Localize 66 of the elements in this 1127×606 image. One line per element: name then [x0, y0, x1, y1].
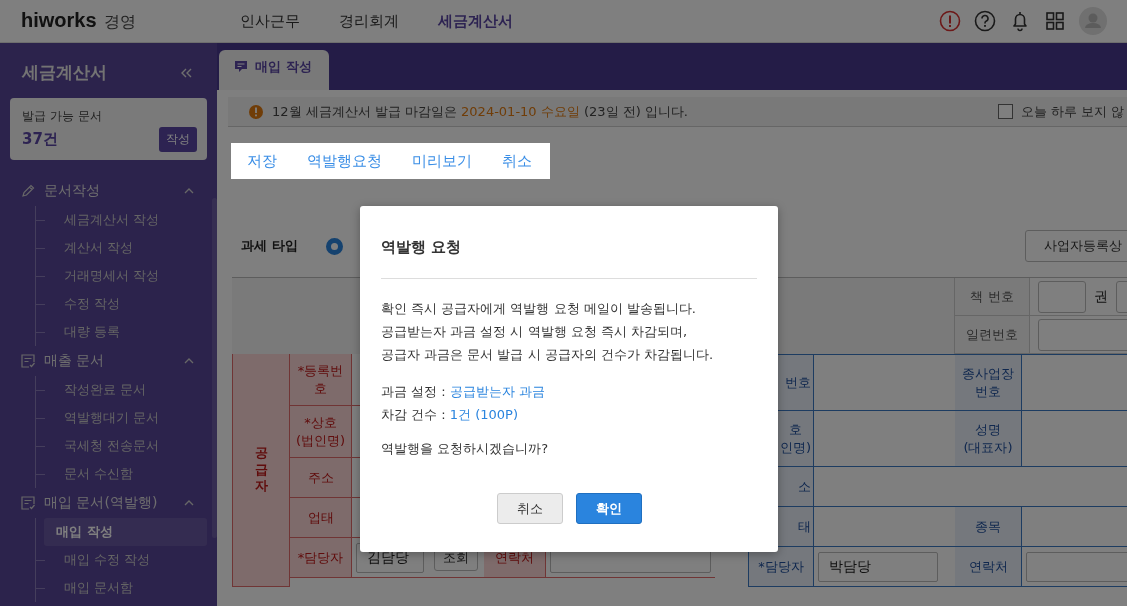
unit-label: 권: [1094, 287, 1108, 306]
table-header-cell: 연락처: [955, 547, 1022, 587]
input-field[interactable]: [1038, 280, 1086, 313]
menu-group[interactable]: 문서작성: [10, 176, 207, 206]
logo[interactable]: hiworks: [21, 9, 97, 32]
cancel-button[interactable]: 취소: [496, 493, 563, 524]
confirm-button[interactable]: 확인: [575, 493, 642, 524]
write-button[interactable]: 작성: [159, 127, 197, 152]
table-header-cell: *담당자: [748, 547, 814, 587]
table-header-cell: 책 번호: [955, 278, 1030, 316]
toolbar-link[interactable]: 저장: [247, 151, 277, 171]
table-header-cell: 성명 (대표자): [955, 411, 1022, 467]
dialog-title: 역발행 요청: [381, 238, 463, 257]
document-icon: [20, 495, 36, 511]
status-button[interactable]: 사업자등록상: [1025, 230, 1127, 262]
menu-item[interactable]: 매입 문서함: [36, 574, 207, 602]
dialog-question: 역발행을 요청하시겠습니까?: [381, 440, 550, 458]
nav-item[interactable]: 세금계산서: [438, 11, 513, 31]
menu-item[interactable]: 문서 수신함: [36, 460, 207, 488]
menu-item[interactable]: 작성완료 문서: [36, 376, 207, 404]
edit-document-icon: [234, 60, 248, 74]
table-header-cell: *담당자: [290, 538, 352, 578]
product-name: 경영: [103, 12, 136, 33]
sidebar-title: 세금계산서: [22, 61, 107, 84]
dialog-message: 확인 즉시 공급자에게 역발행 요청 메일이 발송됩니다. 공급받는자 과금 설정 시 역발행 요청 즉시 차감되며, 공급자 과금은 문서 발급 시 공급자의 건수가 차감됩니다.: [381, 300, 715, 364]
toolbar-link[interactable]: 역발행요청: [307, 151, 382, 171]
menu-item[interactable]: 국세청 전송문서: [36, 432, 207, 460]
apps-icon: [1044, 10, 1066, 32]
table-header-cell: 주소: [290, 458, 352, 498]
input-field[interactable]: [1038, 318, 1127, 351]
table-header-cell: 공급자: [232, 354, 290, 587]
menu-item[interactable]: 세금계산서 작성: [36, 206, 207, 234]
document-icon: [20, 353, 36, 369]
help-icon: [974, 10, 996, 32]
notice-text: 12월 세금계산서 발급 마감일은 2024-01-10 수요일 (23일 전) 입니다.: [272, 102, 689, 121]
table-header-cell: 업태: [290, 498, 352, 538]
field-label: 과세 타입: [241, 237, 299, 255]
toolbar-link[interactable]: 미리보기: [412, 151, 472, 171]
table-header-cell: *상호 (법인명): [290, 406, 352, 458]
document-count: 37건: [22, 130, 58, 149]
menu-item[interactable]: 수정 작성: [36, 290, 207, 318]
toolbar-link[interactable]: 취소: [502, 151, 532, 171]
detail-line: 차감 건수 : 1건 (100P): [381, 406, 519, 424]
menu-item[interactable]: 역발행대기 문서: [36, 404, 207, 432]
checkbox[interactable]: [997, 104, 1013, 119]
menu-item[interactable]: 대량 등록: [36, 318, 207, 346]
input-field[interactable]: 박담당: [818, 551, 938, 582]
menu-item[interactable]: 매입 수정 작성: [36, 546, 207, 574]
pencil-icon: [20, 183, 36, 199]
detail-line: 과금 설정 : 공급받는자 과금: [381, 383, 546, 401]
menu-group[interactable]: 매출 문서: [10, 346, 207, 376]
tab[interactable]: 매입 작성: [219, 50, 329, 90]
warning-icon: [248, 103, 264, 120]
checkbox-label: 오늘 하루 보지 않: [1020, 102, 1124, 121]
menu-item[interactable]: 계산서 작성: [36, 234, 207, 262]
radio-button[interactable]: [326, 237, 343, 255]
table-header-cell: 종사업장 번호: [955, 355, 1022, 411]
menu-item[interactable]: 거래명세서 작성: [36, 262, 207, 290]
table-header-cell: 일련번호: [955, 316, 1030, 354]
avatar-icon: [1079, 7, 1107, 35]
table-header-cell: 종목: [955, 507, 1022, 547]
menu-group[interactable]: 매입 문서(역발행): [10, 488, 207, 518]
nav-item[interactable]: 경리회계: [339, 11, 399, 31]
card-label: 발급 가능 문서: [22, 108, 103, 125]
nav-item[interactable]: 인사근무: [240, 11, 300, 31]
table-header-cell: *등록번호: [290, 354, 352, 406]
